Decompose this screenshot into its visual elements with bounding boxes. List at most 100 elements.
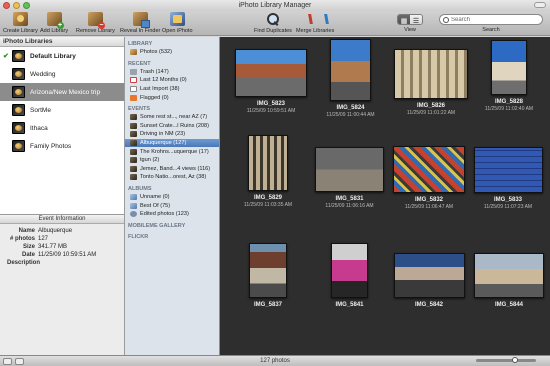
close-window-button[interactable]: [3, 2, 10, 9]
photo-thumbnail[interactable]: [393, 146, 465, 193]
source-item-event[interactable]: Sunset Crate...l Ruins (208): [125, 122, 219, 131]
source-item-last-import[interactable]: Last Import (38): [125, 85, 219, 94]
photo-item[interactable]: IMG_5832 11/25/09 11:06:47 AM: [386, 146, 472, 210]
source-item-event[interactable]: The Krohns...uquerque (17): [125, 147, 219, 156]
checkmark-icon: ✔: [3, 53, 9, 60]
library-item-default[interactable]: ✔ Default Library: [0, 47, 124, 65]
photo-item[interactable]: IMG_5844: [469, 253, 549, 309]
photo-item[interactable]: IMG_5833 11/25/09 11:07:23 AM: [468, 147, 548, 210]
photo-thumbnail[interactable]: [491, 40, 527, 95]
add-library-icon: [46, 12, 64, 29]
library-label: Ithaca: [30, 124, 48, 132]
event-icon: [130, 165, 137, 172]
event-icon: [130, 114, 137, 121]
photo-thumbnail[interactable]: [248, 135, 288, 191]
photo-thumbnail[interactable]: [249, 243, 287, 298]
event-information-panel: Event Information Name Albuquerque # pho…: [0, 214, 125, 355]
view-control: ▦ ☰ View: [397, 14, 423, 33]
zoom-slider[interactable]: [476, 357, 536, 363]
photo-item[interactable]: IMG_5831 11/25/09 11:06:16 AM: [307, 147, 392, 209]
library-label: Family Photos: [30, 142, 72, 150]
photo-thumbnail[interactable]: [473, 147, 543, 193]
photo-item[interactable]: IMG_5829 11/25/09 11:03:35 AM: [228, 135, 308, 208]
photo-item[interactable]: IMG_5842: [386, 253, 472, 309]
photo-item[interactable]: IMG_5828 11/25/09 11:02:40 AM: [470, 40, 548, 112]
source-item-event[interactable]: tgun (2): [125, 156, 219, 165]
finder-icon: [132, 12, 150, 28]
event-icon: [130, 157, 137, 164]
library-label: Wedding: [30, 70, 56, 78]
source-item-event[interactable]: Jemez, Band...4 views (116): [125, 165, 219, 174]
source-item-album[interactable]: Edited photos (123): [125, 210, 219, 219]
source-item-trash[interactable]: Trash (147): [125, 68, 219, 77]
photo-thumbnail[interactable]: [474, 253, 544, 298]
photo-grid: IMG_5823 11/25/09 10:59:51 AM IMG_5824 1…: [220, 37, 550, 355]
grid-view-button[interactable]: ▦: [398, 15, 410, 24]
window-title: iPhoto Library Manager: [238, 2, 312, 9]
source-item-photos[interactable]: Photos (532): [125, 48, 219, 57]
event-date-value: 11/25/09 10:59:51 AM: [38, 252, 97, 258]
photo-thumbnail[interactable]: [235, 49, 307, 97]
photo-item[interactable]: IMG_5824 11/25/09 11:00:44 AM: [313, 39, 388, 118]
status-bar: 127 photos: [0, 355, 550, 366]
photo-thumbnail[interactable]: [393, 253, 465, 298]
photo-thumbnail[interactable]: [330, 39, 371, 101]
iphoto-library-icon: [12, 122, 25, 134]
library-item-arizona[interactable]: Arizona/New Mexico trip: [0, 83, 124, 101]
photo-thumbnail[interactable]: [331, 243, 368, 298]
source-item-event[interactable]: Some rest st..., near AZ (7): [125, 113, 219, 122]
status-buttons: [3, 358, 24, 365]
create-library-label: Create Library: [3, 28, 38, 34]
source-item-last-12-months[interactable]: Last 12 Months (0): [125, 76, 219, 85]
event-information-title: Event Information: [0, 215, 124, 224]
merge-libraries-button[interactable]: Merge Libraries: [296, 12, 334, 34]
photo-item[interactable]: IMG_5841: [307, 243, 392, 309]
calendar-icon: [130, 77, 137, 84]
source-item-event[interactable]: Driving in NM (23): [125, 130, 219, 139]
mobileme-section-header: MOBILEME GALLERY: [128, 222, 186, 229]
add-library-button[interactable]: Add Library: [40, 12, 68, 34]
iphoto-library-icon: [12, 104, 25, 116]
event-name-value: Albuquerque: [38, 228, 73, 234]
source-item-event-selected[interactable]: Albuquerque (127): [125, 138, 219, 148]
photo-thumbnail[interactable]: [394, 49, 468, 99]
merge-icon: [308, 12, 323, 26]
add-button[interactable]: [3, 358, 12, 365]
info-row-size: Size 341.77 MB: [22, 244, 68, 250]
library-item-sortme[interactable]: SortMe: [0, 101, 124, 119]
photo-item[interactable]: IMG_5837: [228, 243, 308, 309]
search-input[interactable]: [451, 16, 541, 23]
iphoto-icon: [169, 12, 185, 26]
photo-thumbnail[interactable]: [315, 147, 384, 192]
iphoto-library-icon: [12, 86, 25, 98]
source-item-event[interactable]: Tonto Natio...orest, Az (38): [125, 173, 219, 182]
source-list: LIBRARY Photos (532) RECENT Trash (147) …: [125, 37, 220, 355]
find-duplicates-label: Find Duplicates: [254, 28, 292, 34]
events-section-header: EVENTS: [128, 105, 151, 112]
flag-icon: [130, 94, 137, 101]
iphoto-library-icon: [12, 50, 25, 62]
magnifier-icon: [265, 12, 280, 26]
event-icon: [130, 122, 137, 129]
remove-library-button[interactable]: Remove Library: [76, 12, 115, 34]
zoom-slider-knob[interactable]: [512, 357, 518, 363]
library-item-ithaca[interactable]: Ithaca: [0, 119, 124, 137]
open-iphoto-button[interactable]: Open iPhoto: [162, 12, 193, 34]
create-library-button[interactable]: Create Library: [3, 12, 38, 34]
source-item-album[interactable]: Best Of (75): [125, 201, 219, 210]
photos-icon: [130, 49, 137, 56]
library-item-wedding[interactable]: Wedding: [0, 65, 124, 83]
find-duplicates-button[interactable]: Find Duplicates: [254, 12, 292, 34]
source-item-flagged[interactable]: Flagged (0): [125, 93, 219, 102]
action-button[interactable]: [15, 358, 24, 365]
reveal-in-finder-button[interactable]: Reveal In Finder: [120, 12, 160, 34]
minimize-window-button[interactable]: [13, 2, 20, 9]
photo-item[interactable]: IMG_5823 11/25/09 10:59:51 AM: [226, 49, 316, 114]
list-view-button[interactable]: ☰: [410, 15, 422, 24]
library-item-family-photos[interactable]: Family Photos: [0, 137, 124, 155]
source-item-album[interactable]: Unname (0): [125, 193, 219, 202]
library-icon: [12, 12, 28, 26]
zoom-window-button[interactable]: [23, 2, 30, 9]
toolbar-toggle-button[interactable]: [534, 2, 546, 8]
photo-item[interactable]: IMG_5826 11/25/09 11:01:22 AM: [386, 49, 476, 116]
